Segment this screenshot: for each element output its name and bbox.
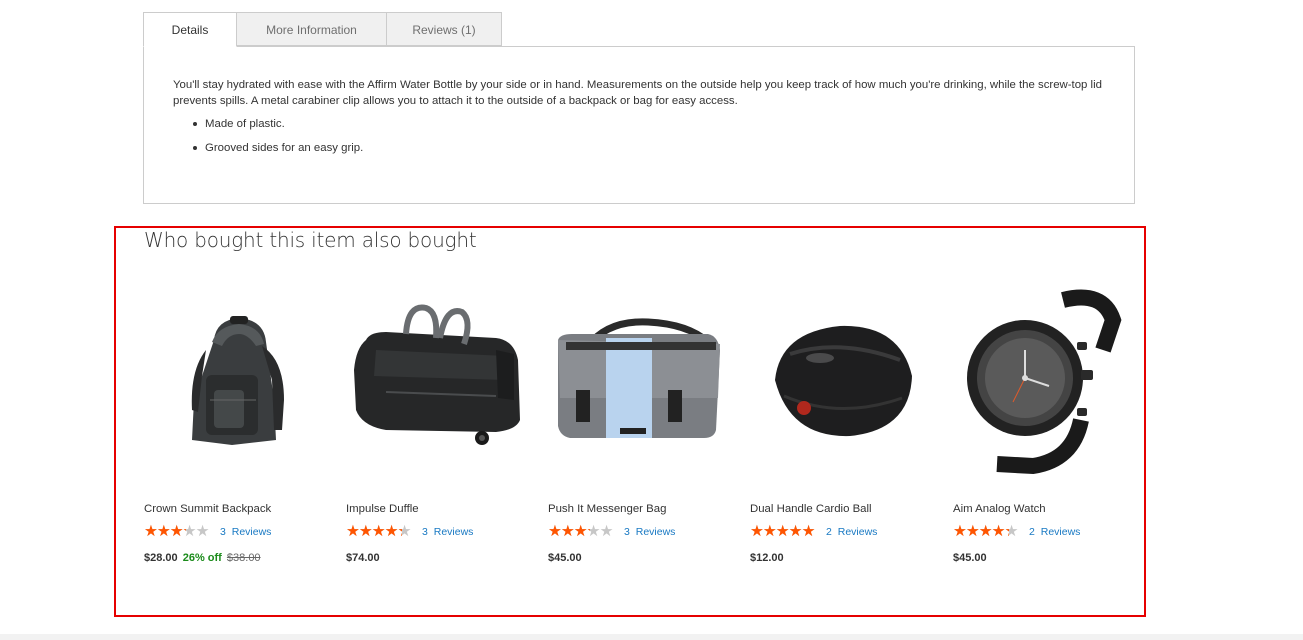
product-description: You'll stay hydrated with ease with the … [173,79,1102,107]
product-name[interactable]: Aim Analog Watch [953,503,1046,515]
final-price: $12.00 [750,552,784,564]
rating-stars: ★★★★★ ★★★★★ [144,523,209,540]
product-name[interactable]: Crown Summit Backpack [144,503,271,515]
rating-stars: ★★★★★ ★★★★★ [953,523,1018,540]
details-panel: You'll stay hydrated with ease with the … [143,46,1135,204]
reviews-link[interactable]: 3 Reviews [624,526,675,538]
feature-item: Grooved sides for an easy grip. [191,140,363,164]
feature-item: Made of plastic. [191,116,363,140]
analog-watch-image[interactable] [953,280,1133,485]
product-card: Aim Analog Watch ★★★★★ ★★★★★ 2 Reviews $… [953,280,1133,580]
messenger-bag-image[interactable] [548,280,728,485]
product-name[interactable]: Push It Messenger Bag [548,503,666,515]
duffle-bag-image[interactable] [346,280,526,485]
cardio-ball-image[interactable] [750,280,930,485]
product-card: Push It Messenger Bag ★★★★★ ★★★★★ 3 Revi… [548,280,728,580]
price-box: $74.00 [346,552,380,564]
reviews-link[interactable]: 2 Reviews [826,526,877,538]
rating-stars: ★★★★★ ★★★★★ [750,523,815,540]
backpack-image[interactable] [144,280,324,485]
final-price: $45.00 [953,552,987,564]
price-box: $45.00 [953,552,987,564]
reviews-link[interactable]: 3 Reviews [220,526,271,538]
price-box: $12.00 [750,552,784,564]
tab-details[interactable]: Details [143,12,237,47]
rating-stars: ★★★★★ ★★★★★ [346,523,411,540]
product-name[interactable]: Dual Handle Cardio Ball [750,503,872,515]
product-rating: ★★★★★ ★★★★★ 3 Reviews [548,523,675,541]
product-card: Crown Summit Backpack ★★★★★ ★★★★★ 3 Revi… [144,280,324,580]
page-footer-band [0,634,1303,640]
product-rating: ★★★★★ ★★★★★ 2 Reviews [953,523,1080,541]
old-price: $38.00 [226,552,261,564]
price-box: $28.00 26% off $38.00 [144,552,261,564]
product-rating: ★★★★★ ★★★★★ 3 Reviews [346,523,473,541]
reviews-link[interactable]: 3 Reviews [422,526,473,538]
final-price: $74.00 [346,552,380,564]
product-rating: ★★★★★ ★★★★★ 3 Reviews [144,523,271,541]
product-name[interactable]: Impulse Duffle [346,503,419,515]
reviews-link[interactable]: 2 Reviews [1029,526,1080,538]
discount-badge: 26% off [182,552,222,564]
final-price: $28.00 [144,552,178,564]
final-price: $45.00 [548,552,582,564]
tab-reviews[interactable]: Reviews (1) [386,12,502,46]
price-box: $45.00 [548,552,582,564]
product-card: Dual Handle Cardio Ball ★★★★★ ★★★★★ 2 Re… [750,280,930,580]
product-card: Impulse Duffle ★★★★★ ★★★★★ 3 Reviews $74… [346,280,526,580]
feature-list: Made of plastic. Grooved sides for an ea… [191,116,363,164]
tab-more-information[interactable]: More Information [236,12,387,46]
related-products-title: Who bought this item also bought [144,228,477,252]
product-rating: ★★★★★ ★★★★★ 2 Reviews [750,523,877,541]
rating-stars: ★★★★★ ★★★★★ [548,523,613,540]
